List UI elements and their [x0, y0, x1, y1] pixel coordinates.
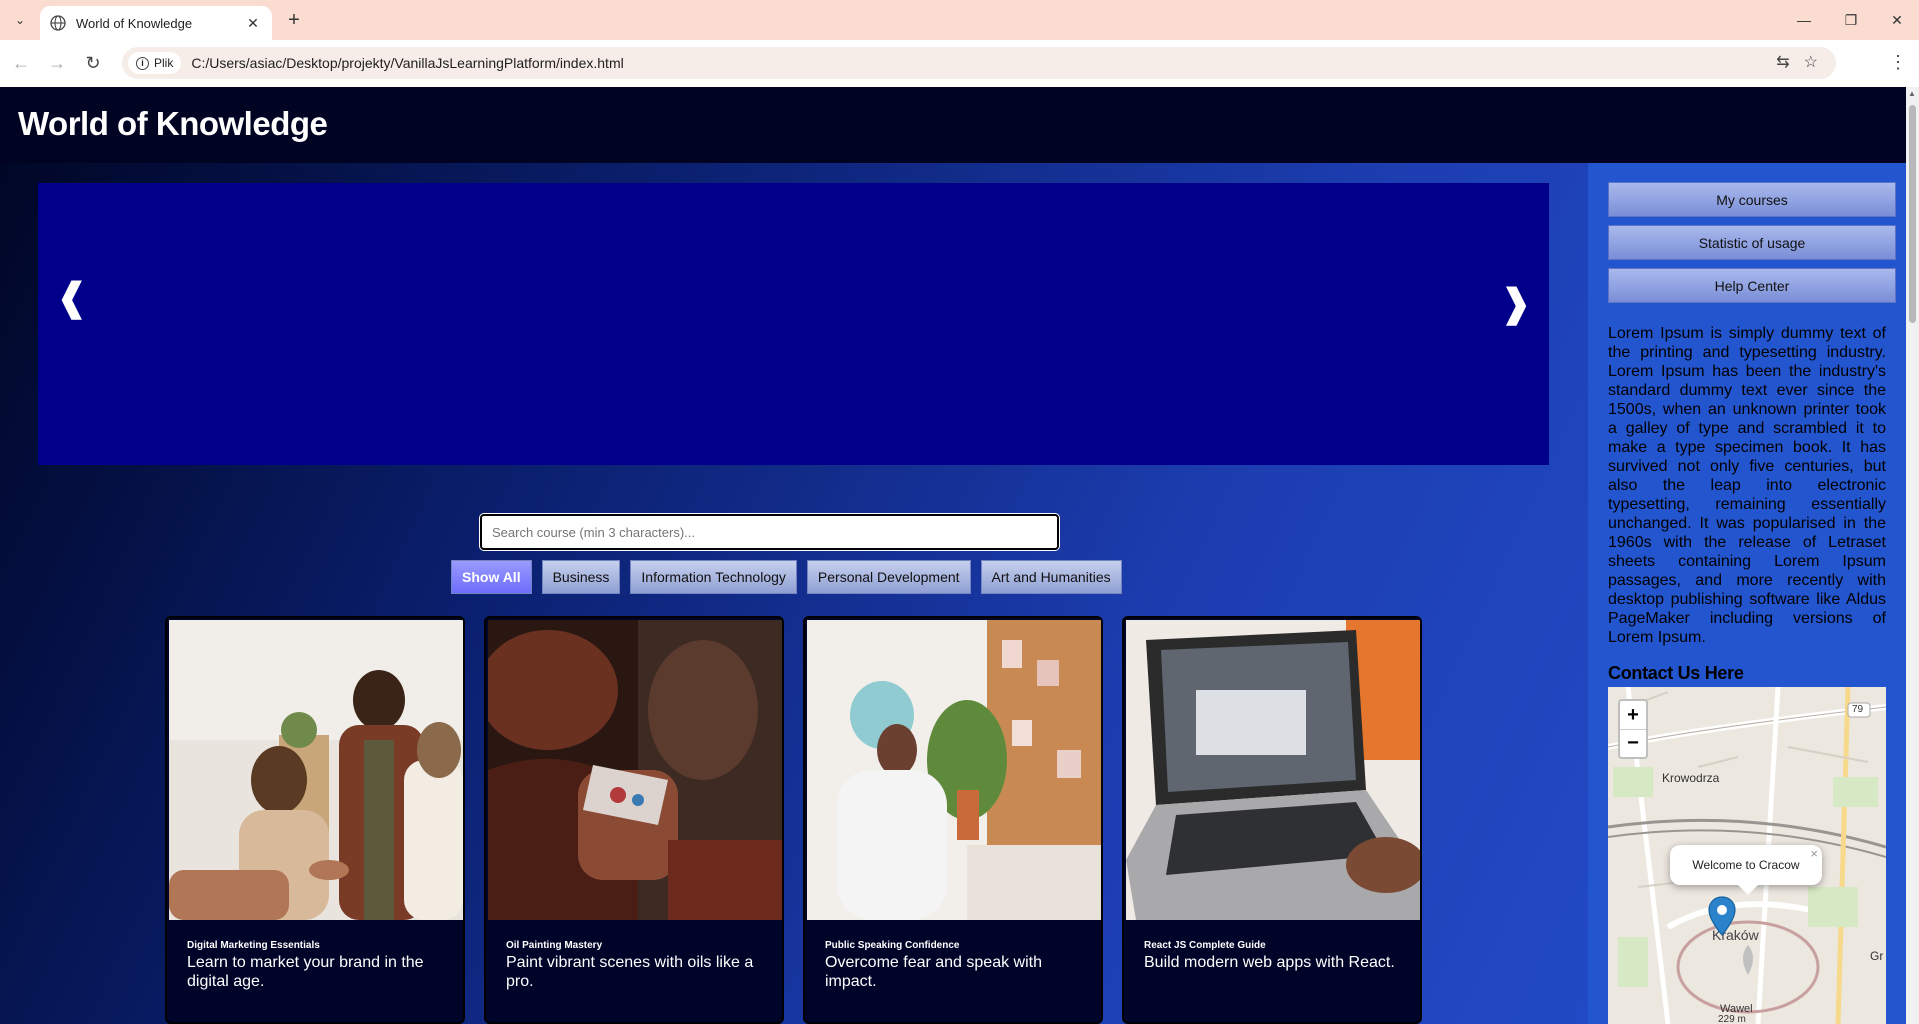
translate-icon[interactable]: ⇆ [1776, 52, 1789, 72]
filter-art-humanities-button[interactable]: Art and Humanities [980, 560, 1122, 594]
popup-close-icon[interactable]: × [1810, 846, 1818, 861]
plus-icon[interactable]: + [282, 8, 306, 32]
course-description: Learn to market your brand in the digita… [187, 954, 424, 990]
sidebar: My courses Statistic of usage Help Cente… [1588, 163, 1906, 1024]
scroll-up-icon[interactable]: ▲ [1908, 89, 1916, 98]
course-list: Digital Marketing Essentials Learn to ma… [165, 616, 1422, 1024]
slider-prev-button[interactable]: ❰ [56, 275, 88, 320]
course-image-business-meeting [169, 620, 463, 920]
course-card[interactable]: Public Speaking Confidence Overcome fear… [803, 616, 1103, 1024]
contact-title: Contact Us Here [1608, 663, 1744, 683]
browser-tab[interactable]: World of Knowledge ✕ [40, 6, 272, 40]
course-description: Paint vibrant scenes with oils like a pr… [506, 954, 754, 990]
restore-icon[interactable]: ❐ [1836, 6, 1866, 34]
slider-next-button[interactable]: ❱ [1500, 281, 1532, 326]
course-card[interactable]: Oil Painting Mastery Paint vibrant scene… [484, 616, 784, 1024]
map-road-label: 79 [1852, 704, 1864, 715]
site-info-chip[interactable]: i Plik [128, 52, 182, 74]
my-courses-button[interactable]: My courses [1608, 182, 1896, 217]
course-title: Oil Painting Mastery [506, 940, 603, 951]
page-content: World of Knowledge ❰ ❱ Show All Business… [0, 87, 1906, 1024]
course-image-laptop [1126, 620, 1420, 920]
browser-tab-strip: ⌄ World of Knowledge ✕ + — ❐ ✕ [0, 0, 1919, 40]
map-popup-text: Welcome to Cracow [1692, 858, 1800, 872]
reload-icon[interactable]: ↻ [80, 50, 106, 76]
tab-list-icon[interactable]: ⌄ [8, 8, 32, 32]
map-district-label: Krowodrza [1662, 771, 1720, 785]
url-text[interactable]: C:/Users/asiac/Desktop/projekty/VanillaJ… [191, 55, 623, 71]
close-window-icon[interactable]: ✕ [1882, 6, 1912, 34]
minimize-icon[interactable]: — [1789, 6, 1819, 34]
map-marker-icon[interactable] [1708, 896, 1736, 936]
course-card[interactable]: React JS Complete Guide Build modern web… [1122, 616, 1422, 1024]
back-icon[interactable]: ← [8, 50, 34, 76]
statistic-of-usage-button[interactable]: Statistic of usage [1608, 225, 1896, 260]
info-icon: i [136, 56, 149, 70]
filter-show-all-button[interactable]: Show All [451, 560, 532, 594]
globe-icon [50, 15, 66, 31]
browser-toolbar: ← → ↻ i Plik C:/Users/asiac/Desktop/proj… [0, 40, 1919, 87]
filter-personal-development-button[interactable]: Personal Development [806, 560, 971, 594]
contact-map[interactable]: + − 79 Krowodrza Kraków Gr Wawel 229 m W… [1608, 687, 1886, 1024]
close-icon[interactable]: ✕ [244, 15, 262, 32]
map-elevation-label: 229 m [1718, 1014, 1746, 1024]
site-chip-label: Plik [154, 56, 174, 70]
category-filters: Show All Business Information Technology… [451, 560, 1122, 594]
help-center-button[interactable]: Help Center [1608, 268, 1896, 303]
zoom-in-button[interactable]: + [1620, 701, 1646, 729]
site-header: World of Knowledge [0, 87, 1906, 163]
course-title: Public Speaking Confidence [825, 940, 960, 951]
filter-it-button[interactable]: Information Technology [630, 560, 797, 594]
course-description: Build modern web apps with React. [1144, 954, 1395, 971]
address-bar[interactable]: i Plik C:/Users/asiac/Desktop/projekty/V… [122, 47, 1836, 79]
star-icon[interactable]: ☆ [1804, 52, 1818, 72]
course-card[interactable]: Digital Marketing Essentials Learn to ma… [165, 616, 465, 1024]
menu-icon[interactable]: ⋮ [1889, 52, 1907, 73]
course-image-public-speaking [807, 620, 1101, 920]
course-title: React JS Complete Guide [1144, 940, 1266, 951]
scroll-thumb[interactable] [1909, 105, 1916, 323]
hero-slider: ❰ ❱ [38, 183, 1549, 465]
map-popup: Welcome to Cracow × [1670, 845, 1822, 895]
sidebar-description: Lorem Ipsum is simply dummy text of the … [1608, 325, 1886, 646]
filter-business-button[interactable]: Business [541, 560, 621, 594]
zoom-out-button[interactable]: − [1620, 729, 1646, 757]
map-zoom-controls: + − [1618, 699, 1648, 759]
course-search-input[interactable] [480, 514, 1059, 550]
forward-icon[interactable]: → [44, 50, 70, 76]
course-description: Overcome fear and speak with impact. [825, 954, 1042, 990]
map-edge-label: Gr [1870, 949, 1884, 963]
course-title: Digital Marketing Essentials [187, 940, 320, 951]
site-title: World of Knowledge [18, 105, 328, 142]
tab-title: World of Knowledge [76, 15, 193, 31]
page-scrollbar[interactable]: ▲ [1906, 87, 1919, 1024]
course-image-oil-painting [488, 620, 782, 920]
